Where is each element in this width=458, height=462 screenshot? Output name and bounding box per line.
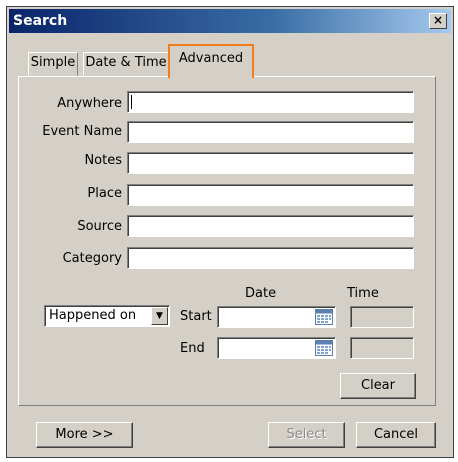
date-header: Date — [245, 286, 277, 301]
place-input[interactable] — [127, 184, 414, 206]
event-name-label: Event Name — [42, 124, 122, 139]
window-title: Search — [13, 13, 68, 29]
text-caret — [131, 95, 132, 109]
cancel-button[interactable]: Cancel — [356, 422, 436, 448]
calendar-icon[interactable] — [315, 340, 333, 356]
tab-date-time-label: Date & Time — [85, 55, 167, 70]
anywhere-input[interactable] — [127, 91, 414, 113]
chevron-down-icon[interactable]: ▼ — [151, 307, 168, 325]
notes-input[interactable] — [127, 152, 414, 174]
end-label: End — [180, 341, 205, 356]
close-button[interactable]: × — [429, 13, 447, 29]
date-mode-value: Happened on — [49, 308, 137, 323]
tab-advanced[interactable]: Advanced — [168, 44, 254, 78]
category-label: Category — [62, 251, 122, 266]
end-date-input[interactable] — [217, 337, 336, 359]
category-input[interactable] — [127, 247, 414, 269]
start-time-input — [350, 306, 414, 328]
more-button[interactable]: More >> — [36, 422, 133, 448]
select-button: Select — [268, 422, 345, 448]
source-label: Source — [77, 219, 122, 234]
tab-advanced-label: Advanced — [178, 51, 244, 66]
clear-button[interactable]: Clear — [340, 373, 416, 399]
time-header: Time — [347, 286, 379, 301]
tab-simple-label: Simple — [30, 55, 76, 70]
title-bar[interactable]: Search × — [9, 9, 451, 33]
date-mode-select[interactable]: Happened on ▼ — [44, 305, 170, 327]
start-date-input[interactable] — [217, 306, 336, 328]
place-label: Place — [87, 186, 122, 201]
tab-simple[interactable]: Simple — [28, 52, 78, 76]
tab-date-time[interactable]: Date & Time — [83, 52, 169, 76]
end-time-input — [350, 337, 414, 359]
close-icon: × — [432, 13, 444, 27]
source-input[interactable] — [127, 215, 414, 237]
anywhere-label: Anywhere — [57, 96, 122, 111]
notes-label: Notes — [84, 153, 122, 168]
start-label: Start — [180, 309, 212, 324]
event-name-input[interactable] — [127, 121, 414, 143]
calendar-icon[interactable] — [315, 309, 333, 325]
